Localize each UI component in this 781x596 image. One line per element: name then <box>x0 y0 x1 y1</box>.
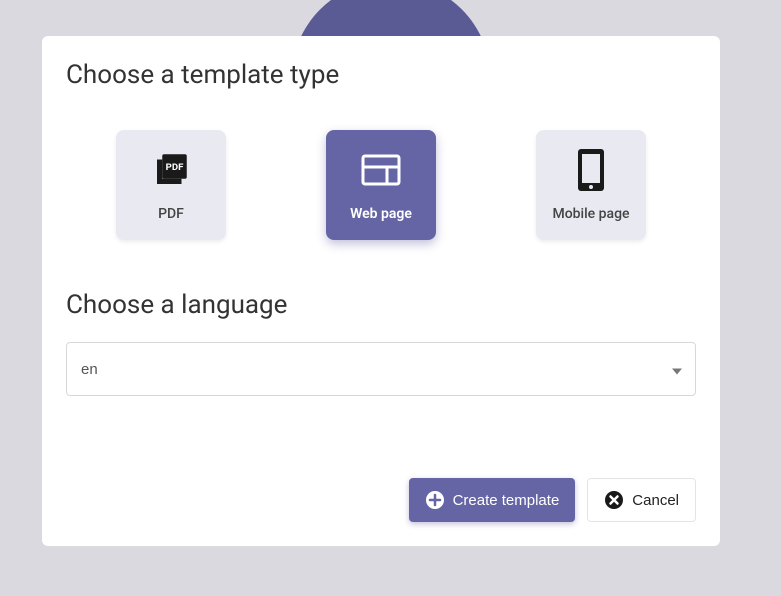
template-option-mobilepage[interactable]: Mobile page <box>536 130 646 240</box>
create-template-modal: Choose a template type PDF PDF <box>42 36 720 546</box>
template-option-label: PDF <box>158 206 184 222</box>
language-select[interactable]: en <box>66 342 696 396</box>
create-template-button[interactable]: Create template <box>409 478 576 522</box>
plus-circle-icon <box>425 490 445 510</box>
language-title: Choose a language <box>66 290 696 320</box>
template-type-title: Choose a template type <box>66 60 696 90</box>
template-option-label: Web page <box>350 206 412 222</box>
pdf-icon: PDF <box>150 148 192 192</box>
template-option-pdf[interactable]: PDF PDF <box>116 130 226 240</box>
cancel-circle-icon <box>604 490 624 510</box>
template-option-label: Mobile page <box>552 206 629 222</box>
language-select-wrapper: en <box>66 342 696 396</box>
cancel-label: Cancel <box>632 492 679 509</box>
mobile-icon <box>576 148 606 192</box>
create-template-label: Create template <box>453 492 560 509</box>
modal-footer: Create template Cancel <box>66 458 696 522</box>
cancel-button[interactable]: Cancel <box>587 478 696 522</box>
template-type-options: PDF PDF Web page <box>66 130 696 240</box>
template-option-webpage[interactable]: Web page <box>326 130 436 240</box>
webpage-icon <box>361 148 401 192</box>
svg-text:PDF: PDF <box>166 162 184 173</box>
